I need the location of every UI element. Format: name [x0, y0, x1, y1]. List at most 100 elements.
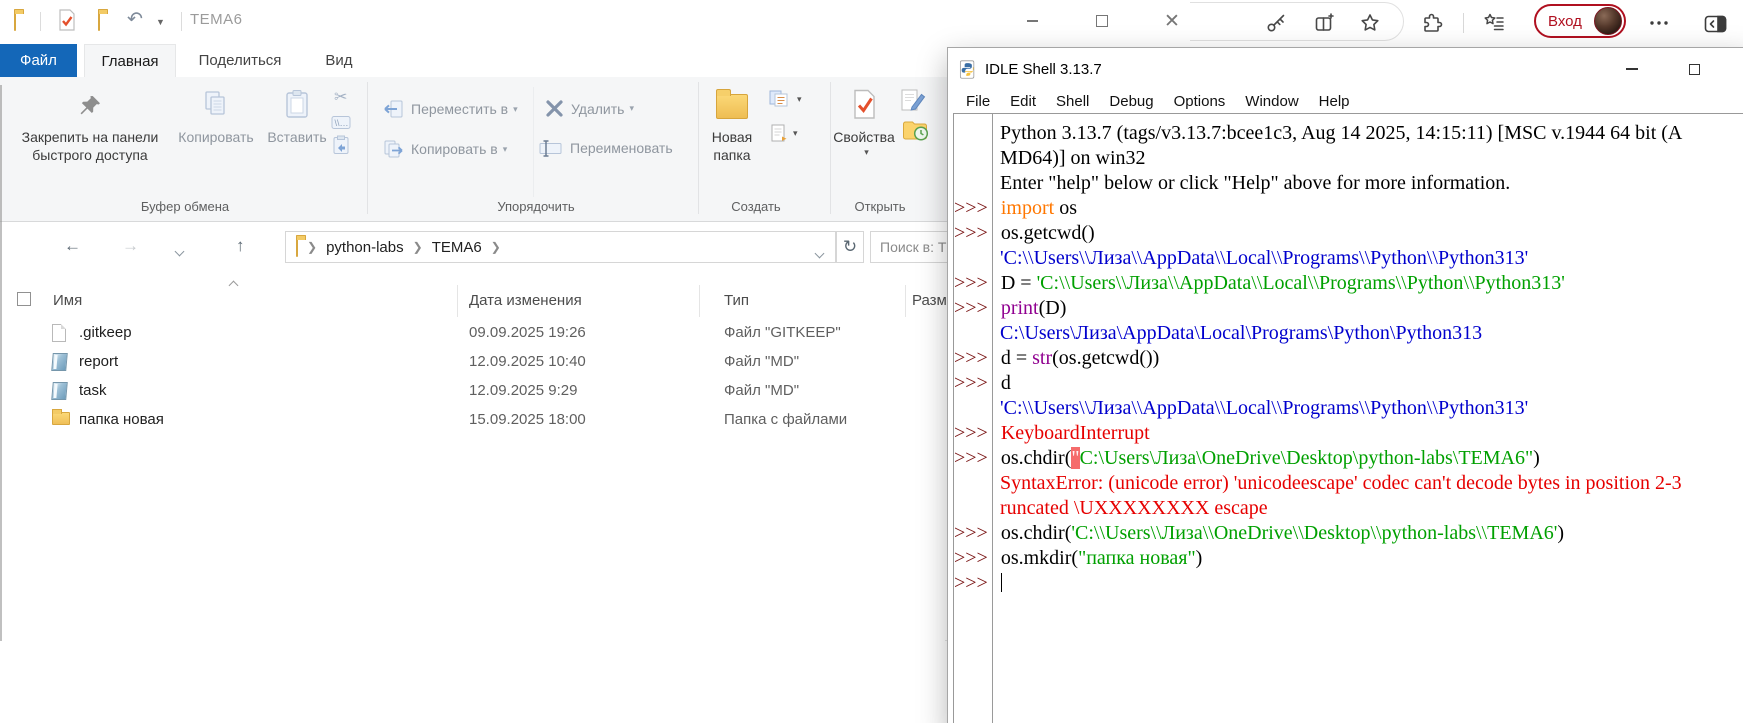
- tab-share[interactable]: Поделиться: [180, 44, 300, 77]
- shell-text-segment: ): [1557, 522, 1564, 544]
- menu-window[interactable]: Window: [1235, 93, 1308, 110]
- minimize-button[interactable]: [1009, 6, 1055, 36]
- new-item-button[interactable]: ▾: [770, 123, 798, 144]
- tab-view[interactable]: Вид: [305, 44, 373, 77]
- tab-file[interactable]: Файл: [0, 44, 77, 77]
- idle-title-bar[interactable]: IDLE Shell 3.13.7: [948, 48, 1743, 90]
- key-icon[interactable]: [1264, 11, 1288, 35]
- paste-button[interactable]: Вставить: [262, 83, 332, 146]
- shell-line: >>>print(D): [954, 296, 1743, 321]
- file-name[interactable]: report: [79, 353, 118, 370]
- undo-icon[interactable]: ↶: [127, 8, 143, 31]
- copilot-sidebar-icon[interactable]: [1703, 12, 1727, 36]
- column-divider[interactable]: [699, 285, 700, 317]
- menu-file[interactable]: File: [956, 93, 1000, 110]
- file-type: Файл "MD": [724, 353, 799, 370]
- paste-icon: [283, 83, 311, 119]
- cut-button[interactable]: ✂: [334, 87, 347, 107]
- new-folder-button[interactable]: Новаяпапка: [706, 83, 758, 164]
- rename-button[interactable]: Переименовать: [538, 139, 673, 157]
- select-all-checkbox[interactable]: [17, 292, 31, 306]
- file-row[interactable]: папка новая15.09.2025 18:00Папка с файла…: [0, 405, 945, 434]
- column-divider[interactable]: [905, 285, 906, 317]
- column-header-name[interactable]: Имя: [53, 292, 82, 309]
- shell-text-segment: d: [1001, 372, 1011, 394]
- shell-text-segment: print: [1001, 297, 1039, 319]
- menu-debug[interactable]: Debug: [1099, 93, 1163, 110]
- back-icon[interactable]: ←: [64, 236, 81, 256]
- shell-text-area[interactable]: Python 3.13.7 (tags/v3.13.7:bcee1c3, Aug…: [953, 113, 1743, 723]
- idle-window: IDLE Shell 3.13.7 FileEditShellDebugOpti…: [947, 47, 1743, 723]
- edit-button[interactable]: [900, 87, 926, 113]
- md-icon: [51, 382, 68, 400]
- shell-text-segment: "папка новая": [1078, 547, 1196, 569]
- file-date: 12.09.2025 9:29: [469, 382, 577, 399]
- favorites-icon[interactable]: [1358, 11, 1382, 35]
- shell-line: >>>os.chdir("C:\Users\Лиза\OneDrive\Desk…: [954, 446, 1743, 471]
- shell-line: >>>d = str(os.getcwd()): [954, 346, 1743, 371]
- group-label-create: Создать: [716, 199, 796, 214]
- history-button[interactable]: [902, 119, 929, 142]
- file-row[interactable]: .gitkeep09.09.2025 19:26Файл "GITKEEP": [0, 318, 945, 347]
- idle-minimize-button[interactable]: [1610, 54, 1654, 84]
- paste-shortcut-button[interactable]: [333, 135, 350, 155]
- split-screen-icon[interactable]: [1313, 11, 1337, 35]
- maximize-button[interactable]: [1079, 6, 1125, 36]
- up-icon[interactable]: ↑: [236, 236, 245, 256]
- menu-shell[interactable]: Shell: [1046, 93, 1099, 110]
- file-type: Файл "MD": [724, 382, 799, 399]
- profile-avatar[interactable]: [1594, 7, 1622, 35]
- file-name[interactable]: папка новая: [79, 411, 164, 428]
- group-label-open: Открыть: [840, 199, 920, 214]
- column-header-type[interactable]: Тип: [724, 292, 749, 309]
- copy-to-button[interactable]: Копировать в▾: [382, 139, 507, 159]
- new-folder-quick-icon[interactable]: [98, 13, 100, 31]
- shell-line: C:\Users\Лиза\AppData\Local\Programs\Pyt…: [954, 321, 1743, 346]
- file-name[interactable]: .gitkeep: [79, 324, 132, 341]
- column-divider[interactable]: [457, 285, 458, 317]
- qat-separator: [181, 12, 182, 31]
- copy-path-button[interactable]: \\…: [331, 115, 351, 130]
- more-icon[interactable]: [1647, 11, 1671, 35]
- file-row[interactable]: report12.09.2025 10:40Файл "MD": [0, 347, 945, 376]
- forward-icon[interactable]: →: [122, 236, 139, 256]
- shell-line: Enter "help" below or click "Help" above…: [954, 171, 1743, 196]
- breadcrumb[interactable]: ❯ python-labs ❯ ТЕМА6 ❯: [285, 231, 836, 263]
- refresh-button[interactable]: ↻: [836, 231, 864, 263]
- pin-to-quick-access-button[interactable]: Закрепить на панелибыстрого доступа: [10, 83, 170, 164]
- recent-locations-icon[interactable]: [176, 242, 183, 260]
- refresh-icon: ↻: [843, 237, 857, 257]
- close-button[interactable]: ✕: [1149, 6, 1195, 36]
- column-header-date[interactable]: Дата изменения: [469, 292, 582, 309]
- menu-edit[interactable]: Edit: [1000, 93, 1046, 110]
- shell-line: >>>os.chdir('C:\\Users\\Лиза\\OneDrive\\…: [954, 521, 1743, 546]
- crumb-python-labs[interactable]: python-labs: [326, 239, 404, 256]
- delete-icon: [545, 99, 564, 118]
- shell-text-segment: C:\Users\Лиза\OneDrive\Desktop\python-la…: [1080, 447, 1534, 469]
- delete-button[interactable]: Удалить▾: [545, 99, 634, 118]
- qat-dropdown-icon[interactable]: ▼: [156, 17, 165, 27]
- extensions-icon[interactable]: [1420, 11, 1444, 35]
- menu-help[interactable]: Help: [1309, 93, 1360, 110]
- tab-home[interactable]: Главная: [84, 44, 176, 77]
- shell-line: >>>KeyboardInterrupt: [954, 421, 1743, 446]
- idle-maximize-button[interactable]: [1672, 54, 1716, 84]
- move-to-button[interactable]: Переместить в▾: [382, 99, 518, 119]
- file-row[interactable]: task 12.09.2025 9:29 Файл "MD": [0, 376, 945, 405]
- properties-button[interactable]: Свойства ▾: [838, 83, 890, 158]
- menu-options[interactable]: Options: [1164, 93, 1236, 110]
- properties-quick-icon[interactable]: [58, 9, 76, 36]
- signin-button[interactable]: Вход: [1534, 4, 1626, 38]
- python-icon: [958, 60, 977, 79]
- shell-text-segment: os.chdir(: [1001, 522, 1072, 544]
- shell-line: >>>D = 'C:\\Users\\Лиза\\AppData\\Local\…: [954, 271, 1743, 296]
- crumb-tema6[interactable]: ТЕМА6: [432, 239, 482, 256]
- shell-prompt: >>>: [954, 221, 993, 246]
- collections-icon[interactable]: [1482, 11, 1506, 35]
- easy-access-button[interactable]: ▾: [768, 89, 802, 109]
- shell-text-segment: C:\Users\Лиза\AppData\Local\Programs\Pyt…: [1000, 322, 1482, 344]
- address-dropdown-icon[interactable]: [816, 244, 823, 261]
- shell-line: >>>d: [954, 371, 1743, 396]
- copy-button[interactable]: Копировать: [172, 83, 260, 146]
- file-name[interactable]: task: [79, 382, 107, 399]
